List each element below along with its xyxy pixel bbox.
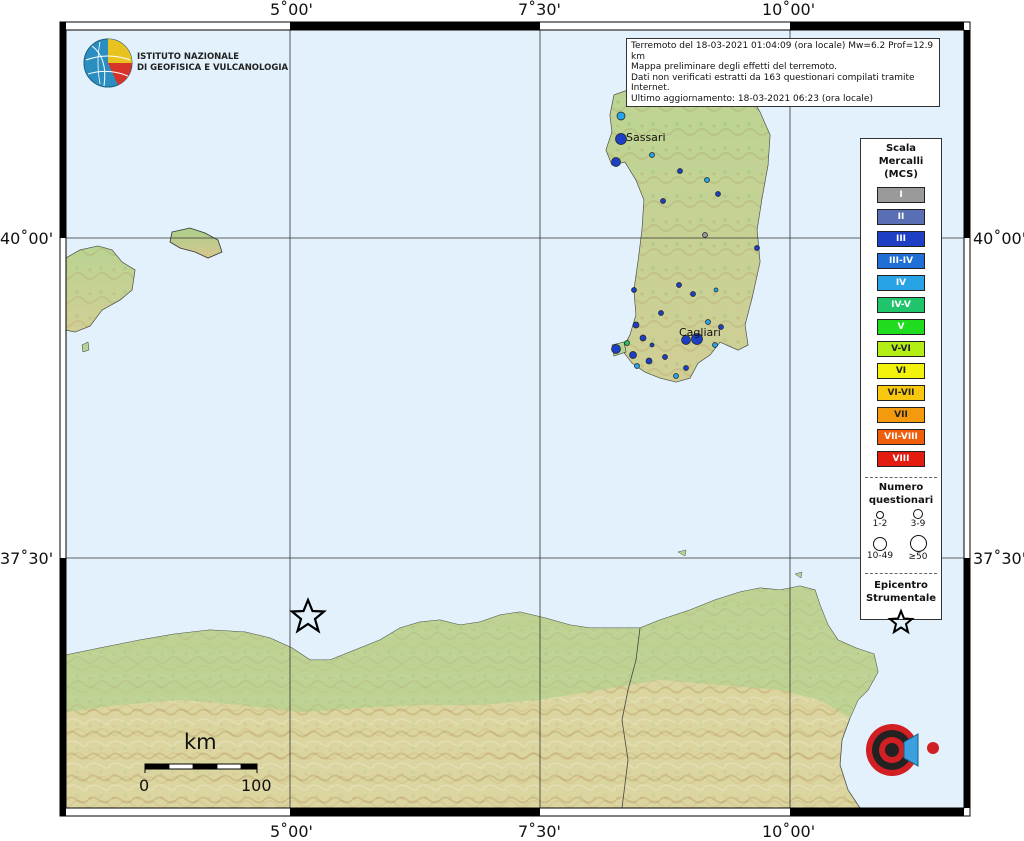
intensity-point[interactable] <box>649 152 655 158</box>
mcs-level-1: I <box>877 187 925 203</box>
q-size-4: ≥50 <box>901 535 935 562</box>
legend-scale-list: I II III III-IV IV IV-V V V-VI VI VI-VII VII VII-VI… <box>861 187 941 467</box>
lat-label-left-1: 40˚00' <box>0 229 54 248</box>
institute-line-2: DI GEOFISICA E VULCANOLOGIA <box>137 63 289 73</box>
lon-label-top-3: 10˚00' <box>762 0 816 19</box>
mcs-level-11: VII <box>877 407 925 423</box>
q-label-2: 3-9 <box>910 519 926 529</box>
earthquake-info-box: Terremoto del 18-03-2021 01:04:09 (ora l… <box>626 38 940 107</box>
scalebar-end: 100 <box>241 776 272 795</box>
intensity-point[interactable] <box>624 340 630 346</box>
intensity-point[interactable] <box>690 291 696 297</box>
intensity-point[interactable] <box>715 191 721 197</box>
legend-epicentro-title-2: Strumentale <box>865 593 937 604</box>
ingv-logo-icon <box>83 38 133 88</box>
legend-scale-title-2: Mercalli <box>878 156 924 167</box>
legend-questionari-title-2: questionari <box>868 495 934 506</box>
q-circle-icon <box>913 509 923 519</box>
info-line-1: Terremoto del 18-03-2021 01:04:09 (ora l… <box>631 41 934 62</box>
intensity-point[interactable] <box>660 198 666 204</box>
q-label-4: ≥50 <box>908 552 928 562</box>
mcs-level-2: II <box>877 209 925 225</box>
lon-label-top-2: 7˚30' <box>518 0 561 19</box>
mcs-level-5: IV <box>877 275 925 291</box>
lon-label-bottom-2: 7˚30' <box>518 822 561 841</box>
legend-epicentro-title-1: Epicentro <box>874 580 928 591</box>
lon-label-bottom-1: 5˚00' <box>270 822 313 841</box>
q-circle-icon <box>876 511 884 519</box>
intensity-point[interactable] <box>658 310 664 316</box>
intensity-point[interactable] <box>713 287 719 293</box>
mcs-level-9: VI <box>877 363 925 379</box>
legend-scale-title-3: (MCS) <box>884 169 918 180</box>
legend-panel: Scala Mercalli (MCS) I II III III-IV IV IV-V V… <box>860 138 942 635</box>
q-size-2: 3-9 <box>901 509 935 529</box>
mcs-level-10: VI-VII <box>877 385 925 401</box>
intensity-point[interactable] <box>677 168 683 174</box>
q-label-3: 10-49 <box>866 551 894 561</box>
intensity-point[interactable] <box>702 232 708 238</box>
intensity-point[interactable] <box>704 177 710 183</box>
institute-name: ISTITUTO NAZIONALE DI GEOFISICA E VULCAN… <box>137 52 288 74</box>
legend-questionari-title-1: Numero <box>878 482 924 493</box>
intensity-point[interactable] <box>645 357 653 365</box>
intensity-point[interactable] <box>673 373 679 379</box>
lat-label-right-2: 37˚30' <box>973 549 1024 568</box>
q-label-1: 1-2 <box>872 519 888 529</box>
institute-line-1: ISTITUTO NAZIONALE <box>137 52 240 62</box>
legend-scale-title-1: Scala <box>885 143 917 154</box>
mcs-level-8: V-VI <box>877 341 925 357</box>
scalebar-unit: km <box>184 730 217 754</box>
legend-questionari-sizes: 1-2 3-9 10-49 ≥50 <box>861 507 941 569</box>
intensity-point[interactable] <box>683 365 689 371</box>
legend-star-icon <box>887 608 915 635</box>
city-label-cagliari: Cagliari <box>679 326 721 339</box>
scalebar-start: 0 <box>139 776 150 795</box>
intensity-point[interactable] <box>616 111 626 121</box>
mcs-level-3: III <box>877 231 925 247</box>
lon-label-bottom-3: 10˚00' <box>762 822 816 841</box>
lat-label-left-2: 37˚30' <box>0 549 54 568</box>
intensity-point[interactable] <box>634 363 640 369</box>
intensity-point[interactable] <box>754 245 760 251</box>
city-label-sassari: Sassari <box>626 131 666 144</box>
intensity-point[interactable] <box>639 334 647 342</box>
mcs-level-6: IV-V <box>877 297 925 313</box>
intensity-point[interactable] <box>631 287 637 293</box>
intensity-point[interactable] <box>705 319 711 325</box>
intensity-point[interactable] <box>712 342 718 348</box>
q-circle-icon <box>909 535 927 552</box>
intensity-point[interactable] <box>676 282 682 288</box>
info-line-4: Ultimo aggiornamento: 18-03-2021 06:23 (… <box>631 93 873 104</box>
mcs-level-12: VII-VIII <box>877 429 925 445</box>
q-size-1: 1-2 <box>863 511 897 529</box>
info-line-2: Mappa preliminare degli effetti del terr… <box>631 62 838 72</box>
mcs-level-7: V <box>877 319 925 335</box>
lon-label-top-1: 5˚00' <box>270 0 313 19</box>
intensity-point[interactable] <box>632 321 640 329</box>
info-line-3: Dati non verificati estratti da 163 ques… <box>631 72 915 94</box>
q-circle-icon <box>873 537 887 551</box>
q-size-3: 10-49 <box>863 537 897 561</box>
intensity-point[interactable] <box>611 344 621 354</box>
intensity-point[interactable] <box>611 157 621 167</box>
mcs-level-4: III-IV <box>877 253 925 269</box>
intensity-point[interactable] <box>662 354 668 360</box>
mcs-level-13: VIII <box>877 451 925 467</box>
intensity-point[interactable] <box>615 133 627 145</box>
intensity-point[interactable] <box>629 351 637 359</box>
lat-label-right-1: 40˚00' <box>973 229 1024 248</box>
intensity-point[interactable] <box>649 342 655 348</box>
